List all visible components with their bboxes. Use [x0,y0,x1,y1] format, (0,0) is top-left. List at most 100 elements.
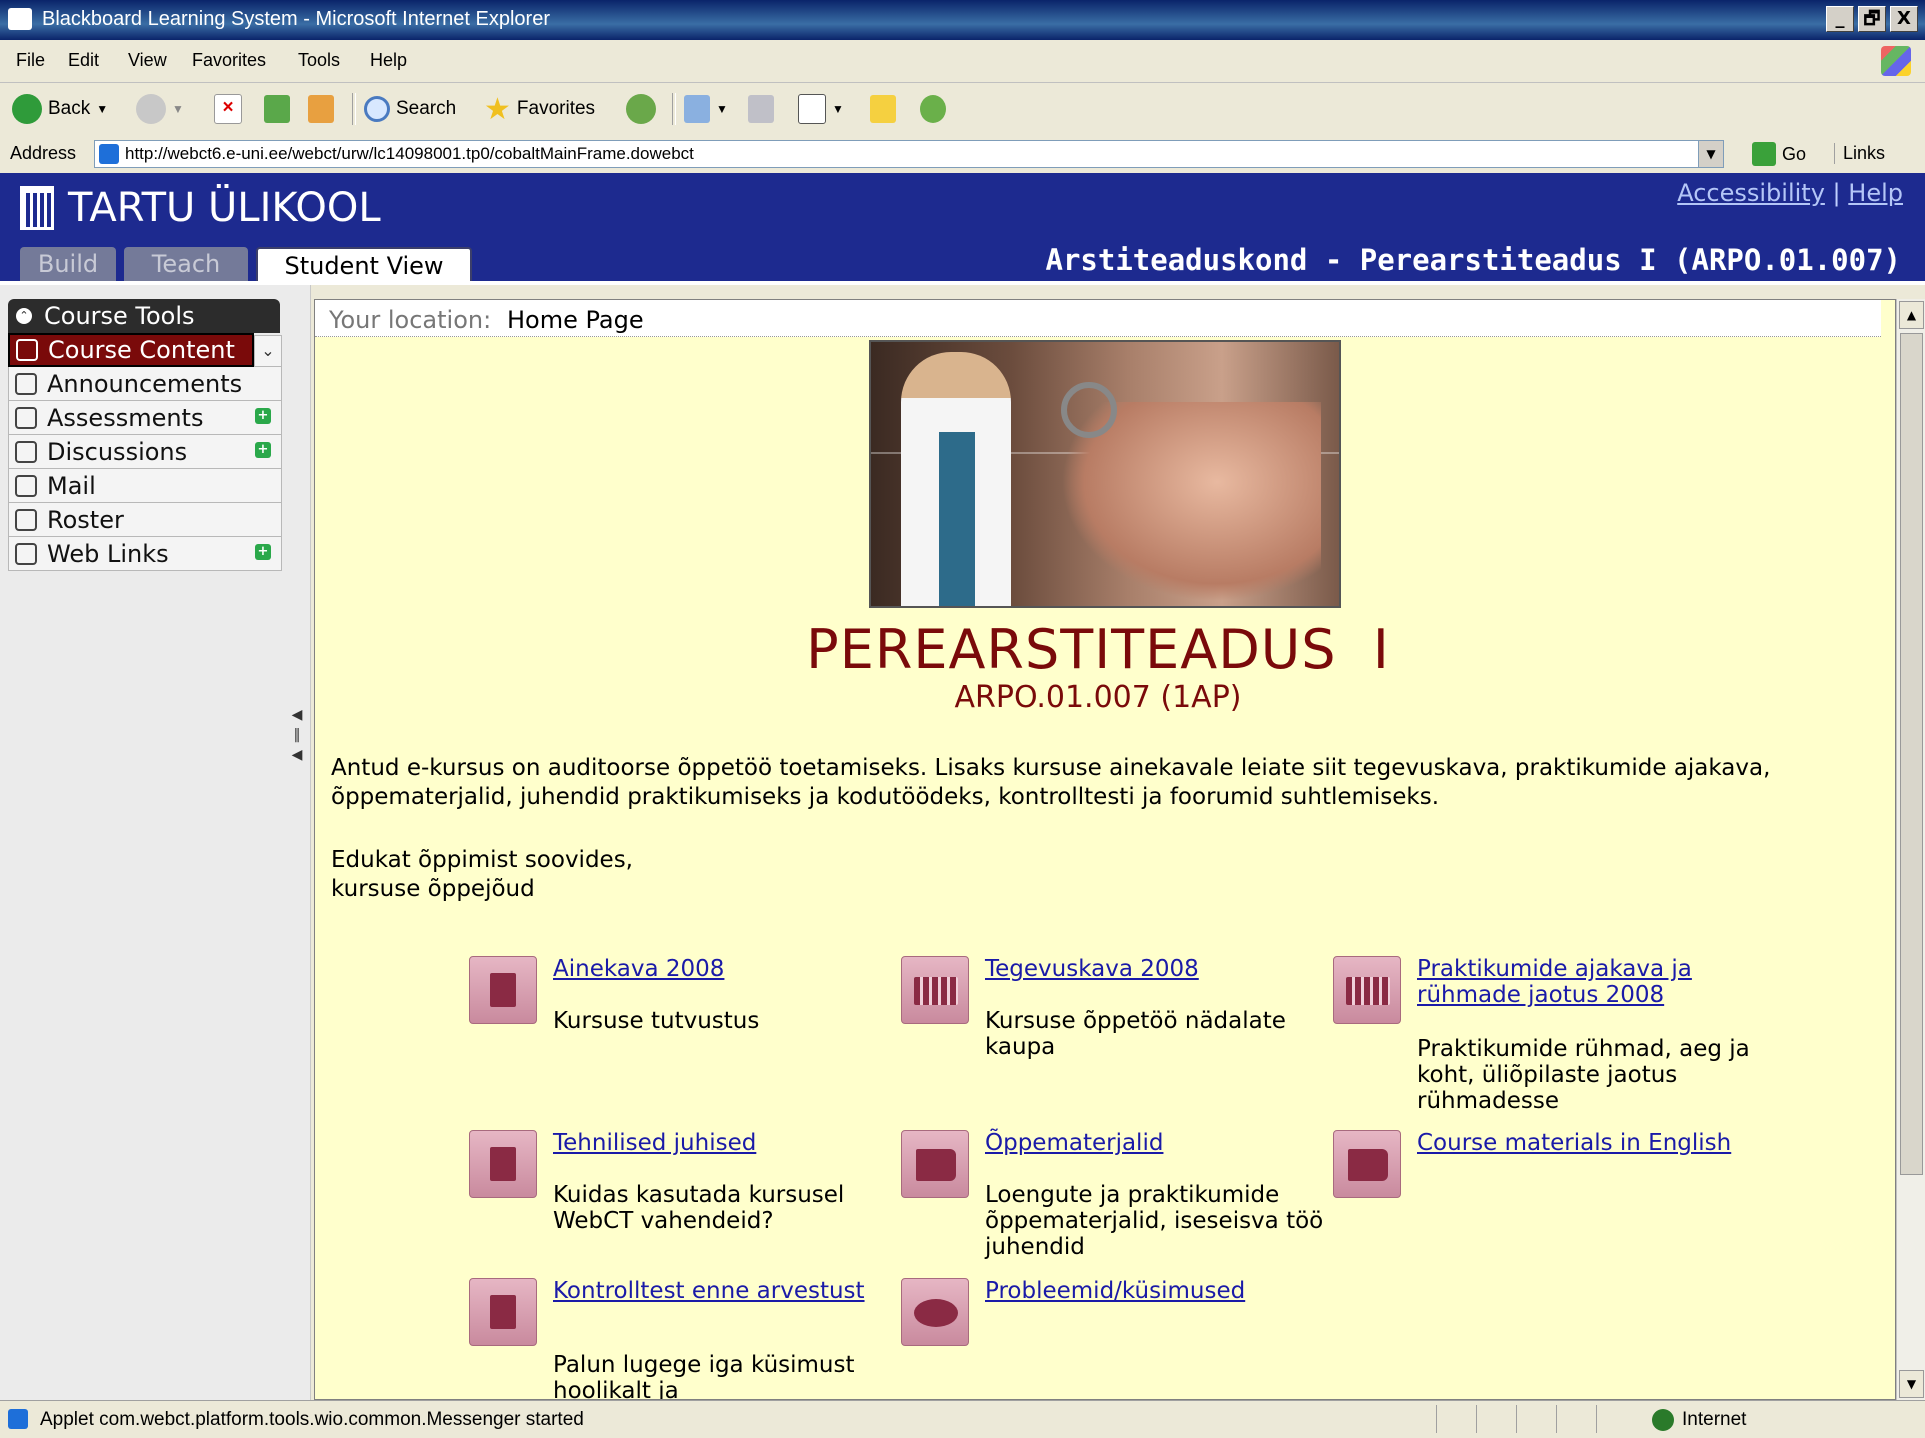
page-icon[interactable] [469,1130,537,1198]
sidebar-item-mail[interactable]: Mail [8,469,282,503]
content-item-link[interactable]: Tehnilised juhised [553,1130,893,1156]
sidebar-item-label: Web Links [47,539,169,568]
megaphone-icon [15,372,37,395]
content-item-link[interactable]: Probleemid/küsimused [985,1278,1325,1304]
address-dropdown-icon[interactable]: ▼ [1698,141,1723,167]
restore-button[interactable]: 🗗 [1858,6,1886,32]
menu-favorites[interactable]: Favorites [192,50,266,71]
edit-dropdown-icon[interactable]: ▼ [832,102,844,116]
close-button[interactable]: X [1890,6,1918,32]
page-icon [99,144,119,164]
course-banner-image [869,340,1341,608]
menu-bar: File Edit View Favorites Tools Help [0,40,1925,83]
course-tools-header[interactable]: ⌃ Course Tools [8,299,280,333]
mail-dropdown-icon[interactable]: ▼ [716,102,728,116]
discuss-button[interactable] [870,91,896,127]
new-items-icon: + [255,544,271,560]
content-item-description: Palun lugege iga küsimust hoolikalt ja [553,1352,855,1400]
menu-help[interactable]: Help [370,50,407,71]
tab-student-view[interactable]: Student View [256,247,472,281]
new-items-icon: + [255,408,271,424]
back-button[interactable]: Back ▼ [12,91,108,127]
chat-icon[interactable] [901,1278,969,1346]
page-status-icon [8,1409,28,1429]
print-button[interactable] [748,91,774,127]
menu-view[interactable]: View [128,50,167,71]
status-pane [1516,1405,1553,1433]
sidebar-item-web-links[interactable]: Web Links + [8,537,282,571]
note-icon [870,95,896,123]
menu-edit[interactable]: Edit [68,50,99,71]
forward-dropdown-icon[interactable]: ▼ [172,102,184,116]
forward-arrow-icon [136,94,166,124]
menu-file[interactable]: File [16,50,45,71]
refresh-button[interactable] [264,91,290,127]
chevron-down-icon[interactable]: ⌄ [254,335,282,367]
document-icon[interactable] [469,956,537,1024]
vertical-scrollbar[interactable]: ▲ ▼ [1896,299,1925,1400]
sidebar-item-announcements[interactable]: Announcements [8,367,282,401]
location-value: Home Page [507,306,644,334]
home-button[interactable] [308,91,334,127]
content-item-link[interactable]: Ainekava 2008 [553,956,893,982]
tab-build[interactable]: Build [20,247,116,281]
sidebar-item-course-content[interactable]: Course Content ⌄ [8,333,282,367]
content-item-link[interactable]: Kontrolltest enne arvestust [553,1278,893,1304]
sidebar-item-discussions[interactable]: Discussions + [8,435,282,469]
home-icon [16,339,38,361]
go-button[interactable]: Go [1752,142,1806,166]
tab-teach[interactable]: Teach [124,247,248,281]
stop-icon: × [214,94,242,124]
scroll-down-arrow-icon[interactable]: ▼ [1899,1370,1924,1398]
course-tools-title: Course Tools [44,302,195,330]
book-icon[interactable] [1333,1130,1401,1198]
status-pane [1436,1405,1473,1433]
menu-tools[interactable]: Tools [298,50,340,71]
window-title-bar: Blackboard Learning System - Microsoft I… [0,0,1925,40]
security-zone: Internet [1652,1409,1746,1431]
edit-button[interactable]: ▼ [798,91,844,127]
new-items-icon: + [255,442,271,458]
history-button[interactable] [626,91,656,127]
calendar-icon[interactable] [901,956,969,1024]
location-label: Your location: [329,306,492,334]
stop-button[interactable]: × [214,91,242,127]
address-input[interactable]: http://webct6.e-uni.ee/webct/urw/lc14098… [94,140,1724,168]
globe-icon [1652,1409,1674,1431]
go-arrow-icon [1752,142,1776,166]
address-url[interactable]: http://webct6.e-uni.ee/webct/urw/lc14098… [125,144,694,164]
scrollbar-thumb[interactable] [1900,333,1923,1175]
minimize-button[interactable]: _ [1826,6,1854,32]
mail-button[interactable]: ▼ [684,91,728,127]
links-button[interactable]: Links [1834,143,1885,164]
content-item-link[interactable]: Course materials in English [1417,1130,1757,1156]
book-icon[interactable] [901,1130,969,1198]
search-button[interactable]: Search [364,91,456,127]
content-item-description: Kuidas kasutada kursusel WebCT vahendeid… [553,1182,845,1234]
sidebar-item-assessments[interactable]: Assessments + [8,401,282,435]
help-link[interactable]: Help [1848,179,1903,207]
collapse-circle-icon[interactable]: ⌃ [16,308,32,324]
status-pane [1596,1405,1633,1433]
calendar-icon[interactable] [1333,956,1401,1024]
sidebar-item-roster[interactable]: Roster [8,503,282,537]
messenger-icon [920,95,946,123]
history-icon [626,94,656,124]
stethoscope-icon [1061,382,1117,438]
content-item-link[interactable]: Õppematerjalid [985,1130,1325,1156]
messenger-button[interactable] [920,91,946,127]
breadcrumb: Your location: Home Page [315,300,1881,337]
back-dropdown-icon[interactable]: ▼ [96,102,108,116]
content-item-link[interactable]: Praktikumide ajakava ja rühmade jaotus 2… [1417,956,1757,1008]
test-icon[interactable] [469,1278,537,1346]
back-label: Back [48,98,91,119]
favorites-button[interactable]: ★ Favorites [484,91,595,127]
accessibility-link[interactable]: Accessibility [1677,179,1825,207]
content-frame: Your location: Home Page PEREARSTITEADUS… [314,299,1896,1400]
scroll-up-arrow-icon[interactable]: ▲ [1899,301,1924,329]
star-icon: ★ [484,92,511,126]
forward-button[interactable]: ▼ [136,91,184,127]
utility-separator: | [1832,179,1841,207]
sidebar-collapse-handle[interactable]: ◀ ‖ ◀ [290,705,304,769]
content-item-link[interactable]: Tegevuskava 2008 [985,956,1325,982]
